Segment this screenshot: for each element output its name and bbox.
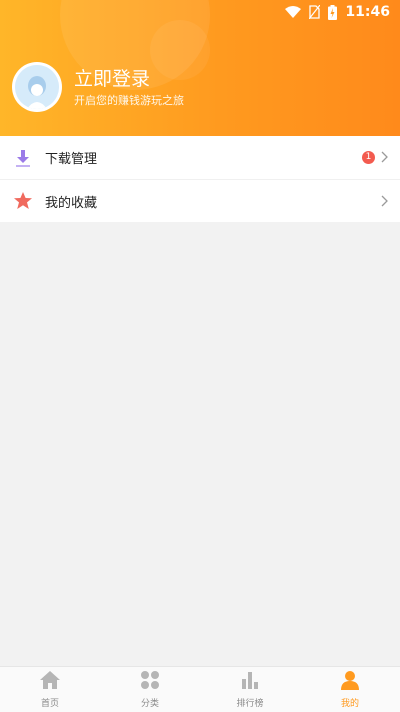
wifi-icon <box>285 6 302 18</box>
login-subtitle: 开启您的赚钱游玩之旅 <box>74 94 184 107</box>
home-icon <box>39 670 61 694</box>
tab-home[interactable]: 首页 <box>0 667 100 712</box>
menu-list: 下载管理 1 我的收藏 <box>0 136 400 222</box>
avatar[interactable] <box>12 62 62 112</box>
no-sim-icon <box>309 5 321 19</box>
login-title[interactable]: 立即登录 <box>74 64 150 91</box>
menu-item-label: 我的收藏 <box>45 195 98 211</box>
tab-category[interactable]: 分类 <box>100 667 200 712</box>
tab-label: 排行榜 <box>236 699 264 709</box>
ranking-icon <box>240 670 260 694</box>
status-bar: 11:46 <box>0 0 400 24</box>
chevron-right-icon <box>381 192 388 211</box>
star-icon <box>12 190 34 212</box>
battery-icon <box>328 4 338 20</box>
notification-badge: 1 <box>362 151 375 164</box>
header-decoration <box>150 20 210 80</box>
menu-item-download-manager[interactable]: 下载管理 1 <box>0 136 400 179</box>
tab-label: 首页 <box>40 699 59 709</box>
tab-profile[interactable]: 我的 <box>300 667 400 712</box>
download-icon <box>12 147 34 169</box>
tab-label: 分类 <box>140 699 159 709</box>
chevron-right-icon <box>381 148 388 167</box>
category-icon <box>140 670 160 694</box>
profile-icon <box>340 670 360 694</box>
default-avatar-icon <box>15 65 59 109</box>
tab-ranking[interactable]: 排行榜 <box>200 667 300 712</box>
tab-label: 我的 <box>340 699 359 709</box>
status-time: 11:46 <box>345 4 390 20</box>
bottom-tab-bar: 首页 分类 排行榜 我的 <box>0 666 400 712</box>
profile-header: 11:46 立即登录 开启您的赚钱游玩之旅 <box>0 0 400 136</box>
menu-item-label: 下载管理 <box>45 152 98 167</box>
menu-item-favorites[interactable]: 我的收藏 <box>0 179 400 222</box>
